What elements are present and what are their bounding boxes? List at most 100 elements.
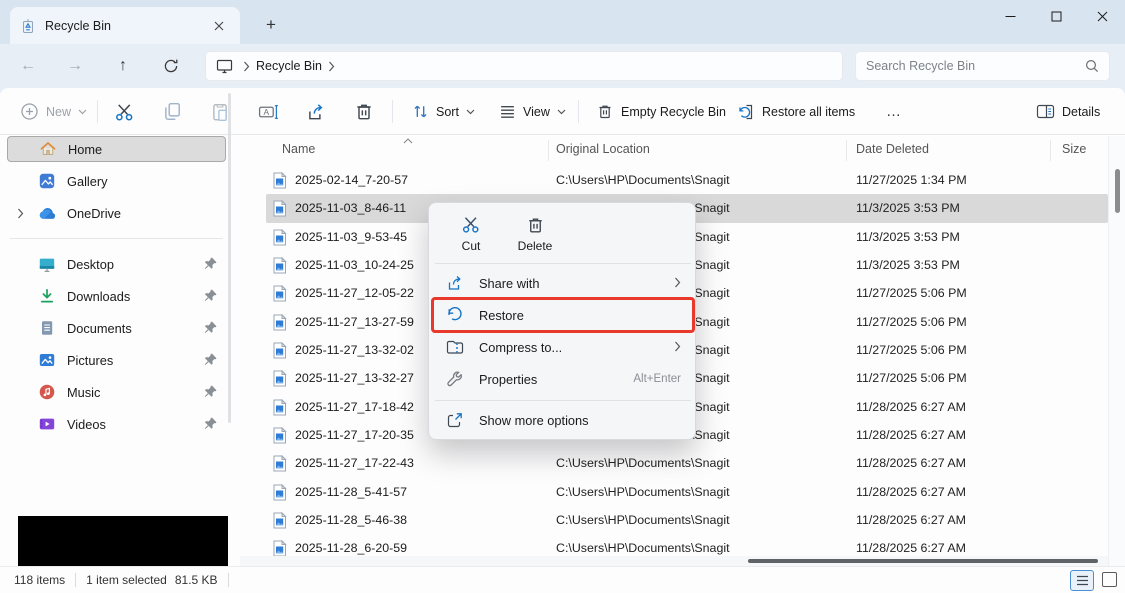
sort-button[interactable]: Sort bbox=[406, 99, 481, 124]
app-body: New A Sort View Empty Recycle Bin Restor… bbox=[0, 88, 1125, 593]
column-header-original-location[interactable]: Original Location bbox=[556, 142, 650, 156]
search-icon[interactable] bbox=[1085, 59, 1099, 73]
search-box[interactable] bbox=[855, 51, 1110, 81]
plus-circle-icon bbox=[20, 102, 39, 121]
chevron-right-icon[interactable] bbox=[11, 208, 29, 219]
vertical-scrollbar-thumb[interactable] bbox=[1115, 169, 1120, 213]
ellipsis-icon: … bbox=[886, 103, 903, 120]
sidebar-item-desktop[interactable]: Desktop bbox=[7, 251, 226, 277]
up-icon[interactable]: ↑ bbox=[108, 52, 138, 80]
sidebar-item-pictures[interactable]: Pictures bbox=[7, 347, 226, 373]
sidebar-item-documents[interactable]: Documents bbox=[7, 315, 226, 341]
horizontal-scrollbar-thumb[interactable] bbox=[748, 559, 1098, 563]
context-delete-button[interactable]: Delete bbox=[503, 209, 567, 259]
this-pc-icon[interactable] bbox=[216, 59, 233, 74]
sidebar-item-home[interactable]: Home bbox=[7, 136, 226, 162]
empty-recycle-bin-label: Empty Recycle Bin bbox=[621, 104, 726, 119]
search-input[interactable] bbox=[866, 59, 1085, 73]
file-date-deleted: 11/27/2025 5:06 PM bbox=[856, 343, 967, 358]
restore-all-items-label: Restore all items bbox=[762, 104, 856, 119]
details-view-toggle[interactable] bbox=[1070, 570, 1094, 591]
horizontal-scrollbar[interactable] bbox=[240, 556, 1108, 566]
minimize-button[interactable] bbox=[987, 0, 1033, 32]
view-button[interactable]: View bbox=[493, 99, 572, 124]
refresh-icon[interactable] bbox=[156, 52, 186, 80]
file-row-highlight: 2025-11-28_5-46-38 C:\Users\HP\Documents\… bbox=[266, 506, 1108, 534]
file-icon bbox=[272, 455, 287, 472]
copy-icon[interactable] bbox=[157, 98, 187, 126]
chevron-down-icon bbox=[466, 109, 475, 115]
sidebar-list: Home Gallery OneDrive Desktop Downloads Docum… bbox=[0, 136, 233, 437]
empty-recycle-bin-button[interactable]: Empty Recycle Bin bbox=[590, 99, 732, 125]
context-cut-button[interactable]: Cut bbox=[439, 209, 503, 259]
forward-icon[interactable]: → bbox=[60, 52, 90, 80]
new-tab-button[interactable]: + bbox=[258, 12, 284, 38]
pin-icon bbox=[203, 288, 218, 303]
file-icon bbox=[272, 483, 287, 501]
file-row[interactable]: 2025-11-27_17-22-43 C:\Users\HP\Documents… bbox=[240, 449, 1108, 477]
file-row[interactable]: 2025-11-28_5-46-38 C:\Users\HP\Documents\… bbox=[240, 506, 1108, 534]
rename-icon[interactable]: A bbox=[253, 98, 283, 126]
column-header-size[interactable]: Size bbox=[1062, 142, 1086, 156]
back-icon[interactable]: ← bbox=[13, 52, 43, 80]
context-restore[interactable]: Restore bbox=[431, 297, 695, 333]
column-header-name[interactable]: Name bbox=[282, 142, 315, 156]
share-icon[interactable] bbox=[301, 98, 331, 126]
file-icon bbox=[272, 285, 287, 302]
context-compress-to[interactable]: Compress to... bbox=[433, 331, 693, 363]
sidebar-item-music[interactable]: Music bbox=[7, 379, 226, 405]
new-button[interactable]: New bbox=[14, 98, 93, 125]
sidebar-item-downloads[interactable]: Downloads bbox=[7, 283, 226, 309]
selection-size: 81.5 KB bbox=[174, 573, 218, 587]
context-show-more-options-label: Show more options bbox=[479, 412, 589, 428]
chevron-right-icon bbox=[243, 61, 250, 72]
file-date-deleted: 11/3/2025 3:53 PM bbox=[856, 201, 960, 216]
tab-close-icon[interactable] bbox=[208, 15, 230, 37]
sidebar-scrollbar[interactable] bbox=[228, 93, 231, 423]
file-original-location: C:\Users\HP\Documents\Snagit bbox=[556, 173, 730, 187]
sort-icon bbox=[412, 103, 429, 120]
context-show-more-options[interactable]: Show more options bbox=[433, 404, 693, 436]
file-name: 2025-11-27_17-18-42 bbox=[295, 399, 414, 414]
file-name: 2025-11-27_12-05-22 bbox=[295, 286, 414, 301]
file-name: 2025-11-27_13-32-02 bbox=[295, 343, 414, 358]
sidebar-item-gallery[interactable]: Gallery bbox=[7, 168, 226, 194]
delete-icon[interactable] bbox=[349, 98, 379, 126]
file-icon bbox=[272, 540, 287, 557]
chevron-right-icon[interactable] bbox=[328, 61, 335, 72]
file-row[interactable]: 2025-02-14_7-20-57 C:\Users\HP\Documents\… bbox=[240, 166, 1108, 194]
cut-icon[interactable] bbox=[109, 98, 139, 126]
close-button[interactable] bbox=[1079, 0, 1125, 32]
file-name: 2025-11-27_13-32-27 bbox=[295, 371, 414, 386]
file-name: 2025-02-14_7-20-57 bbox=[295, 173, 408, 187]
chevron-down-icon bbox=[557, 109, 566, 115]
file-icon bbox=[272, 228, 287, 246]
icons-view-toggle[interactable] bbox=[1102, 572, 1117, 587]
address-bar[interactable]: Recycle Bin bbox=[205, 51, 843, 81]
breadcrumb[interactable]: Recycle Bin bbox=[256, 59, 322, 73]
sidebar-item-videos[interactable]: Videos bbox=[7, 411, 226, 437]
file-date-deleted: 11/27/2025 5:06 PM bbox=[856, 286, 967, 301]
restore-all-items-button[interactable]: Restore all items bbox=[731, 99, 861, 125]
column-headers: Name Original Location Date Deleted Size bbox=[240, 138, 1108, 164]
context-properties[interactable]: Properties Alt+Enter bbox=[433, 363, 693, 395]
file-row[interactable]: 2025-11-28_5-41-57 C:\Users\HP\Documents\… bbox=[240, 478, 1108, 506]
see-more-button[interactable]: … bbox=[880, 99, 909, 124]
file-name: 2025-11-03_8-46-11 bbox=[295, 201, 407, 216]
column-header-date-deleted[interactable]: Date Deleted bbox=[856, 142, 929, 156]
maximize-button[interactable] bbox=[1033, 0, 1079, 32]
details-pane-button[interactable]: Details bbox=[1030, 99, 1106, 124]
navigation-bar: ← → ↑ Recycle Bin bbox=[0, 44, 1125, 88]
downloads-icon bbox=[37, 287, 57, 305]
vertical-scrollbar[interactable] bbox=[1108, 136, 1125, 566]
properties-icon bbox=[445, 370, 465, 388]
tab-recycle-bin[interactable]: Recycle Bin bbox=[10, 7, 240, 44]
sidebar-item-onedrive[interactable]: OneDrive bbox=[7, 200, 226, 226]
file-name: 2025-11-03_9-53-45 bbox=[295, 229, 408, 244]
file-date-deleted: 11/27/2025 5:06 PM bbox=[856, 371, 967, 386]
gallery-icon bbox=[37, 172, 57, 190]
file-icon bbox=[272, 313, 287, 331]
context-share-with[interactable]: Share with bbox=[433, 267, 693, 299]
sidebar-item-label: Home bbox=[68, 141, 103, 157]
file-date-deleted: 11/27/2025 1:34 PM bbox=[856, 173, 967, 187]
